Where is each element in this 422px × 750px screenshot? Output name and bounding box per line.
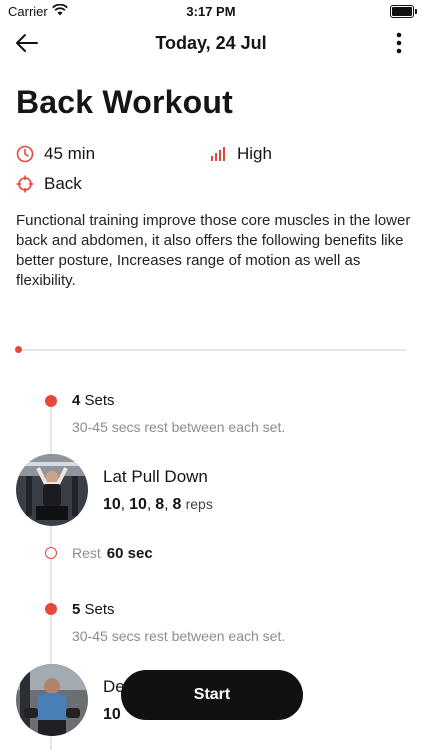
rep-count: 10 [103, 496, 121, 513]
progress-indicator [15, 346, 22, 353]
timeline-dot [45, 395, 57, 407]
rest-row: Rest 60 sec [72, 545, 153, 562]
exercise-thumbnail[interactable] [16, 454, 88, 526]
sets-count: 5 [72, 601, 81, 618]
rest-info: 30-45 secs rest between each set. [72, 419, 286, 435]
target-value: Back [44, 174, 82, 193]
sets-label: 5 Sets [72, 601, 115, 618]
sets-word: Sets [84, 392, 115, 409]
status-bar: Carrier 3:17 PM [0, 0, 422, 24]
timeline-dot [45, 603, 57, 615]
reps-row: 10, 10, 8, 8 reps [103, 496, 213, 513]
reps-row: 10 [103, 706, 121, 724]
battery-icon [390, 5, 417, 18]
target-icon [16, 175, 34, 193]
more-vertical-icon[interactable] [388, 30, 410, 56]
duration-value: 45 min [44, 144, 96, 163]
rest-value: 60 sec [106, 545, 153, 562]
progress-track [18, 349, 406, 351]
rep-count: 8 [155, 496, 165, 513]
workout-description: Functional training improve those core m… [16, 212, 411, 289]
exercise-name[interactable]: Lat Pull Down [103, 467, 208, 487]
rest-info: 30-45 secs rest between each set. [72, 628, 286, 644]
rest-label: Rest [72, 545, 101, 561]
nav-title: Today, 24 Jul [155, 33, 267, 53]
start-button[interactable]: Start [121, 670, 303, 720]
sets-label: 4 Sets [72, 392, 115, 409]
rep-count: 10 [129, 496, 147, 513]
intensity-value: High [237, 144, 272, 163]
reps-unit: reps [185, 496, 213, 512]
exercise-thumbnail[interactable] [16, 664, 88, 736]
rest-dot [45, 547, 57, 559]
workout-title: Back Workout [16, 84, 233, 120]
rep-count: 8 [172, 496, 182, 513]
sets-word: Sets [84, 601, 115, 618]
sets-count: 4 [72, 392, 81, 409]
clock: 3:17 PM [186, 4, 236, 19]
rep-count: 10 [103, 706, 121, 723]
intensity-bars-icon [211, 147, 225, 161]
clock-icon [16, 145, 34, 163]
